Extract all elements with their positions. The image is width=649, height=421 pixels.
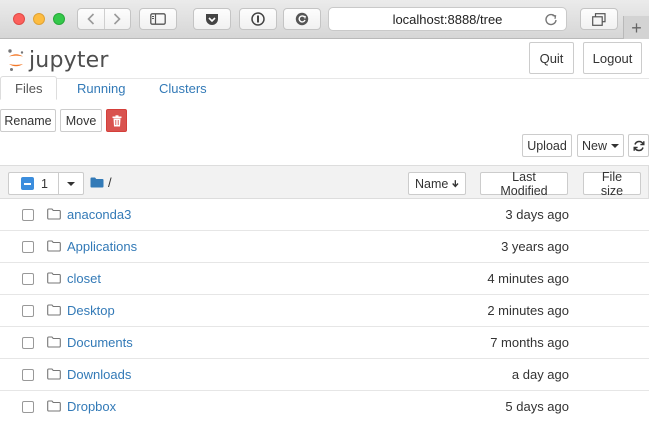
jupyter-logo-text: jupyter [29,47,109,73]
trash-icon [112,114,121,126]
row-checkbox[interactable] [22,337,34,349]
key-circle-icon [251,12,265,26]
sidebar-icon [150,13,166,25]
chevron-left-icon [87,13,95,25]
pocket-icon [206,13,218,25]
tab-running[interactable]: Running [63,76,139,100]
extension-button[interactable] [283,8,321,30]
refresh-icon [633,140,644,151]
sort-name-label: Name [415,176,449,191]
plus-icon: + [631,17,642,38]
last-modified: 3 years ago [501,239,569,254]
file-list-header: 1 / Name Last Modified File size [0,165,649,199]
file-name-link[interactable]: Applications [67,239,137,254]
chevron-right-icon [114,13,122,25]
sort-by-size-button[interactable]: File size [583,170,641,198]
folder-outline-icon [47,272,61,284]
file-name-link[interactable]: Desktop [67,303,115,318]
list-item[interactable]: Desktop 2 minutes ago [0,295,649,327]
address-bar[interactable]: localhost:8888/tree [328,7,567,31]
last-modified: a day ago [511,367,569,382]
breadcrumb-root[interactable]: / [108,175,112,190]
jupyter-header: jupyter Quit Logout [0,39,649,79]
new-label: New [582,138,608,153]
file-name-link[interactable]: anaconda3 [67,207,131,222]
jupyter-logo-icon [8,49,24,71]
last-modified: 2 minutes ago [487,303,569,318]
list-item[interactable]: Applications 3 years ago [0,231,649,263]
back-button[interactable] [78,9,104,29]
list-item[interactable]: Documents 7 months ago [0,327,649,359]
tab-clusters[interactable]: Clusters [145,76,221,100]
folder-outline-icon [47,208,61,220]
close-window-button[interactable] [13,13,25,25]
new-tab-button[interactable]: + [623,16,649,39]
file-name-link[interactable]: closet [67,271,101,286]
history-nav-group [77,8,131,30]
list-item[interactable]: closet 4 minutes ago [0,263,649,295]
row-checkbox[interactable] [22,305,34,317]
rename-button[interactable]: Rename [0,109,56,132]
file-name-link[interactable]: Dropbox [67,399,116,414]
folder-icon [90,177,104,188]
quit-button[interactable]: Quit [529,42,574,74]
select-menu-toggle[interactable] [59,181,83,186]
pocket-button[interactable] [193,8,231,30]
row-checkbox[interactable] [22,273,34,285]
jupyter-logo[interactable]: jupyter [7,45,127,75]
move-button[interactable]: Move [60,109,102,132]
last-modified: 4 minutes ago [487,271,569,286]
sort-by-modified-button[interactable]: Last Modified [480,170,568,198]
select-all-checkbox[interactable]: 1 [9,173,59,194]
refresh-button[interactable] [628,134,649,157]
tabs-overview-button[interactable] [580,8,618,30]
forward-button[interactable] [103,9,130,29]
selected-count: 1 [41,176,48,191]
tab-bar: Files Running Clusters [0,76,649,101]
browser-toolbar: localhost:8888/tree + [0,0,649,39]
file-name-link[interactable]: Documents [67,335,133,350]
folder-outline-icon [47,400,61,412]
row-checkbox[interactable] [22,401,34,413]
reload-icon[interactable] [544,12,558,26]
folder-outline-icon [47,336,61,348]
folder-outline-icon [47,304,61,316]
upload-button[interactable]: Upload [522,134,572,157]
sidebar-toggle-button[interactable] [139,8,177,30]
zoom-window-button[interactable] [53,13,65,25]
tabs-icon [592,12,606,26]
file-name-link[interactable]: Downloads [67,367,131,382]
caret-down-icon [67,181,75,186]
breadcrumb[interactable]: / [90,175,112,190]
row-checkbox[interactable] [22,241,34,253]
list-item[interactable]: anaconda3 3 days ago [0,199,649,231]
last-modified: 3 days ago [505,207,569,222]
minimize-window-button[interactable] [33,13,45,25]
last-modified: 5 days ago [505,399,569,414]
folder-outline-icon [47,368,61,380]
caret-down-icon [611,143,620,148]
url-text: localhost:8888/tree [392,11,503,27]
logout-button[interactable]: Logout [583,42,642,74]
arrow-down-icon [452,180,459,188]
delete-button[interactable] [106,109,127,132]
list-item[interactable]: Dropbox 5 days ago [0,391,649,421]
sort-by-name-button[interactable]: Name [408,172,466,195]
tab-files[interactable]: Files [0,76,58,100]
row-checkbox[interactable] [22,369,34,381]
last-modified: 7 months ago [490,335,569,350]
new-dropdown-button[interactable]: New [577,134,624,157]
password-button[interactable] [239,8,277,30]
folder-outline-icon [47,240,61,252]
select-all-dropdown[interactable]: 1 [8,172,84,195]
refresh-circle-icon [295,12,309,26]
checkbox-indeterminate-icon [21,177,34,190]
list-item[interactable]: Downloads a day ago [0,359,649,391]
row-checkbox[interactable] [22,209,34,221]
